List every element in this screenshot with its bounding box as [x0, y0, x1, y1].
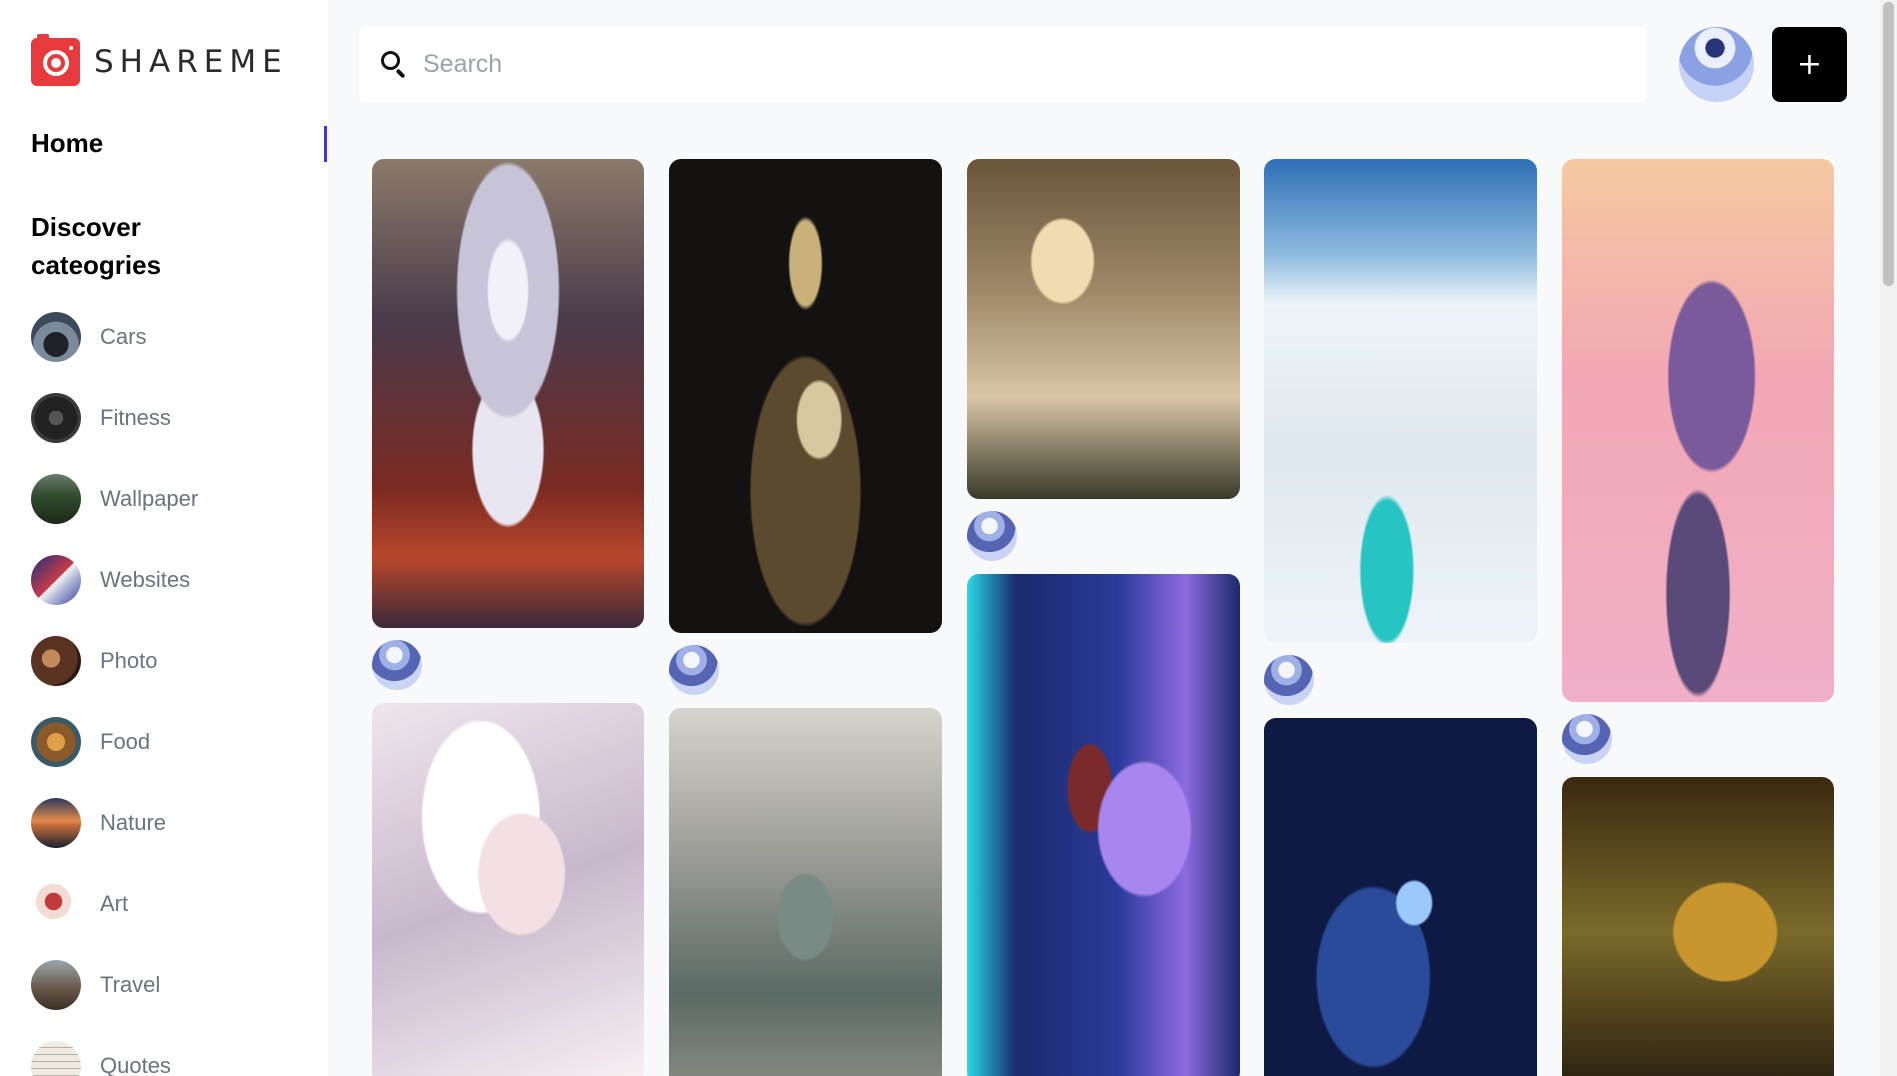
- user-avatar[interactable]: [1679, 27, 1754, 102]
- sidebar-item-home[interactable]: Home: [31, 128, 103, 159]
- category-thumbnail: [31, 717, 81, 767]
- active-indicator: [324, 126, 327, 162]
- sidebar-item-websites[interactable]: Websites: [31, 555, 198, 605]
- sidebar-item-label: Wallpaper: [100, 486, 199, 511]
- category-thumbnail: [31, 879, 81, 929]
- sidebar-item-label: Websites: [100, 567, 191, 592]
- sidebar-item-food[interactable]: Food: [31, 717, 198, 767]
- sidebar-item-cars[interactable]: Cars: [31, 312, 198, 362]
- discover-heading: Discover cateogries: [31, 212, 162, 280]
- pin-image[interactable]: [967, 574, 1240, 1076]
- pin-image[interactable]: [372, 703, 644, 1076]
- app-logo[interactable]: SHAREME: [31, 34, 288, 86]
- sidebar-item-label: Photo: [100, 648, 158, 673]
- create-pin-button[interactable]: +: [1772, 27, 1847, 102]
- category-thumbnail: [31, 474, 81, 524]
- category-thumbnail: [31, 393, 81, 443]
- pin-image[interactable]: [1264, 718, 1537, 1076]
- sidebar-item-label: Cars: [100, 324, 147, 349]
- category-thumbnail: [31, 798, 81, 848]
- pin-author-avatar[interactable]: [372, 640, 422, 690]
- pin-image[interactable]: [1562, 777, 1834, 1076]
- scrollbar-thumb[interactable]: [1883, 2, 1894, 286]
- app-name: SHAREME: [94, 44, 288, 80]
- sidebar-item-travel[interactable]: Travel: [31, 960, 198, 1010]
- search-input[interactable]: [423, 50, 1573, 79]
- category-list: Cars Fitness Wallpaper Websites Photo Fo…: [31, 312, 198, 1076]
- camera-icon: [31, 34, 80, 86]
- sidebar-item-label: Fitness: [100, 405, 171, 430]
- pin-image[interactable]: [1562, 159, 1834, 702]
- category-thumbnail: [31, 555, 81, 605]
- search-bar[interactable]: [359, 27, 1647, 102]
- pin-author-avatar[interactable]: [1562, 714, 1612, 764]
- category-thumbnail: [31, 636, 81, 686]
- pin-image[interactable]: [669, 708, 942, 1076]
- category-thumbnail: [31, 960, 81, 1010]
- sidebar: SHAREME Home Discover cateogries Cars Fi…: [0, 0, 328, 1076]
- pin-author-avatar[interactable]: [1264, 655, 1314, 705]
- pin-author-avatar[interactable]: [669, 645, 719, 695]
- pin-image[interactable]: [372, 159, 644, 628]
- sidebar-item-quotes[interactable]: Quotes: [31, 1041, 198, 1076]
- pin-image[interactable]: [1264, 159, 1537, 643]
- sidebar-item-label: Nature: [100, 810, 167, 835]
- sidebar-item-label: Travel: [100, 972, 161, 997]
- sidebar-item-wallpaper[interactable]: Wallpaper: [31, 474, 198, 524]
- sidebar-item-label: Quotes: [100, 1053, 171, 1076]
- pin-image[interactable]: [669, 159, 942, 633]
- sidebar-item-label: Food: [100, 729, 151, 754]
- sidebar-item-photo[interactable]: Photo: [31, 636, 198, 686]
- sidebar-item-fitness[interactable]: Fitness: [31, 393, 198, 443]
- sidebar-item-nature[interactable]: Nature: [31, 798, 198, 848]
- pin-author-avatar[interactable]: [967, 511, 1017, 561]
- sidebar-item-art[interactable]: Art: [31, 879, 198, 929]
- category-thumbnail: [31, 1041, 81, 1076]
- pin-image[interactable]: [967, 159, 1240, 499]
- search-icon: [381, 50, 409, 79]
- category-thumbnail: [31, 312, 81, 362]
- sidebar-item-label: Art: [100, 891, 129, 916]
